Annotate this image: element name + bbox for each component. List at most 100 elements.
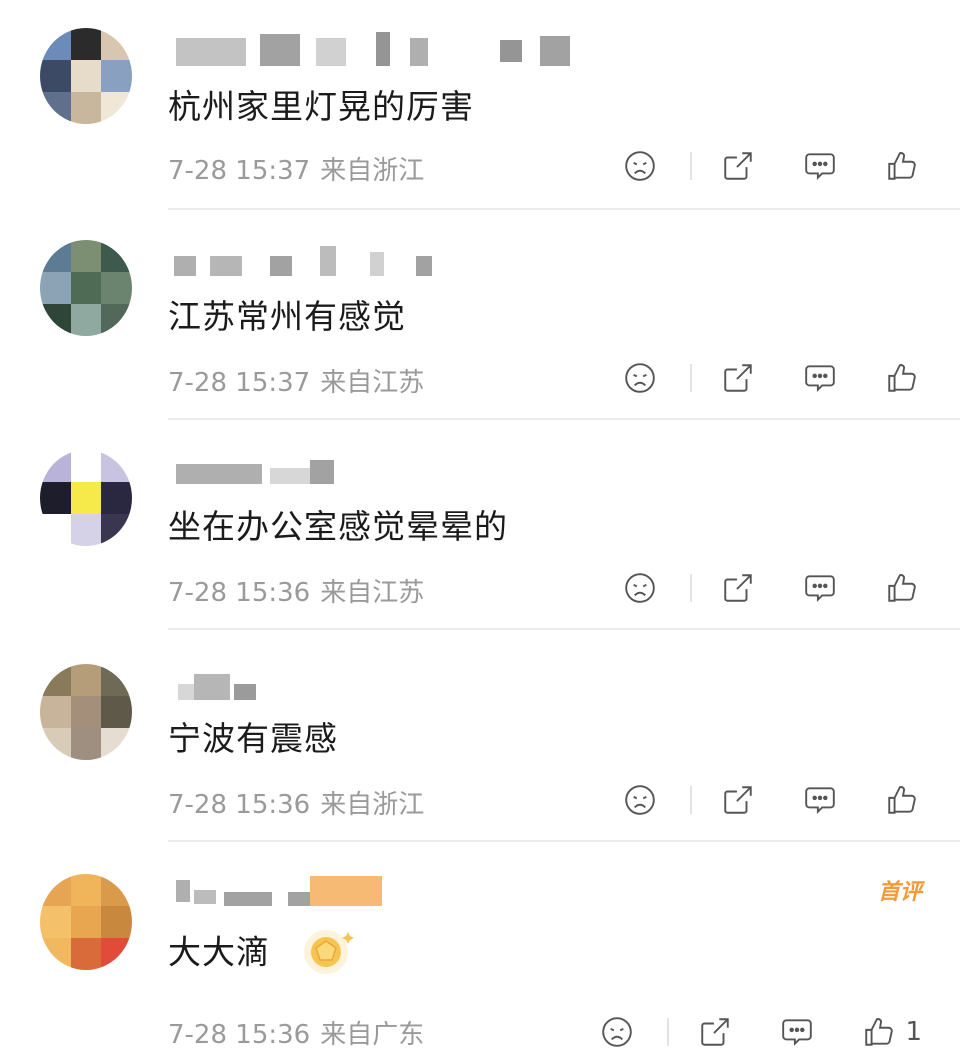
comment-bubble-icon[interactable] — [777, 1012, 817, 1052]
comment-meta: 7-28 15:36 来自江苏 — [168, 572, 424, 609]
sad-face-icon[interactable] — [620, 568, 660, 608]
comment-divider — [168, 628, 960, 630]
avatar-pixel — [70, 938, 102, 970]
share-icon[interactable] — [718, 780, 758, 820]
comment-bubble-icon[interactable] — [800, 568, 840, 608]
comment-bubble-icon[interactable] — [800, 780, 840, 820]
avatar-pixel — [101, 728, 132, 760]
avatar-pixel — [70, 60, 102, 92]
avatar-pixel — [70, 514, 102, 546]
avatar-pixel — [70, 696, 102, 728]
comment-location: 来自浙江 — [320, 156, 425, 186]
avatar-pixel — [101, 514, 132, 546]
comment-time: 7-28 15:37 — [168, 156, 311, 186]
avatar-pixel — [101, 28, 132, 60]
avatar-pixel — [101, 482, 132, 514]
comment-location: 来自江苏 — [320, 368, 425, 398]
comment-text: 宁波有震感 — [168, 719, 338, 758]
comment-actions — [620, 358, 922, 398]
thumbs-up-icon[interactable] — [882, 146, 922, 186]
comment-actions — [620, 780, 922, 820]
comment-text: 坐在办公室感觉晕晕的 — [168, 507, 508, 546]
avatar-pixel — [70, 92, 102, 124]
avatar-pixel — [40, 938, 71, 970]
avatar-pixel — [70, 304, 102, 336]
avatar-pixel — [101, 664, 132, 696]
share-icon[interactable] — [718, 358, 758, 398]
share-icon[interactable] — [695, 1012, 735, 1052]
comment-meta: 7-28 15:37 来自江苏 — [168, 362, 424, 399]
comment-item: 首评 大大滴 7-28 15:36 来自广东 1 — [0, 862, 960, 1056]
comment-text: 杭州家里灯晃的厉害 — [168, 87, 474, 126]
avatar-pixel — [40, 906, 71, 938]
thumbs-up-icon[interactable] — [882, 780, 922, 820]
comment-actions: 1 — [597, 1012, 922, 1052]
comment-item: 杭州家里灯晃的厉害 7-28 15:37 来自浙江 — [0, 20, 960, 210]
avatar-pixel — [40, 240, 71, 272]
divider-bar — [690, 364, 692, 392]
avatar-pixel — [70, 728, 102, 760]
avatar[interactable] — [40, 240, 132, 336]
avatar-pixel — [70, 450, 102, 482]
avatar-pixel — [70, 272, 102, 304]
comment-item: 宁波有震感 7-28 15:36 来自浙江 — [0, 654, 960, 844]
sad-face-icon[interactable] — [597, 1012, 637, 1052]
thumbs-up-icon[interactable] — [882, 568, 922, 608]
medal-icon — [296, 924, 356, 984]
first-comment-badge: 首评 — [877, 880, 922, 905]
avatar-pixel — [70, 482, 102, 514]
avatar-pixel — [40, 664, 71, 696]
comment-divider — [168, 840, 960, 842]
comment-divider — [168, 418, 960, 420]
avatar-pixel — [40, 514, 71, 546]
sad-face-icon[interactable] — [620, 780, 660, 820]
avatar-pixel — [101, 240, 132, 272]
divider-bar — [667, 1018, 670, 1046]
divider-bar — [690, 574, 692, 602]
avatar-pixel — [101, 906, 132, 938]
avatar-pixel — [101, 874, 132, 906]
comment-meta: 7-28 15:36 来自广东 — [168, 1014, 424, 1051]
comment-actions — [620, 568, 922, 608]
comment-meta: 7-28 15:37 来自浙江 — [168, 150, 424, 187]
avatar-pixel — [40, 450, 71, 482]
avatar[interactable] — [40, 28, 132, 124]
share-icon[interactable] — [718, 568, 758, 608]
avatar-pixel — [40, 60, 71, 92]
avatar-pixel — [70, 28, 102, 60]
comment-actions — [620, 146, 922, 186]
comment-item: 江苏常州有感觉 7-28 15:37 来自江苏 — [0, 232, 960, 422]
avatar[interactable] — [40, 874, 132, 970]
comment-meta: 7-28 15:36 来自浙江 — [168, 784, 424, 821]
avatar-pixel — [70, 906, 102, 938]
avatar-pixel — [101, 272, 132, 304]
avatar-pixel — [40, 482, 71, 514]
avatar[interactable] — [40, 664, 132, 760]
avatar-pixel — [40, 696, 71, 728]
avatar-pixel — [40, 728, 71, 760]
comment-location: 来自浙江 — [320, 790, 425, 820]
avatar-pixel — [40, 874, 71, 906]
thumbs-up-icon[interactable] — [859, 1012, 899, 1052]
comment-text: 江苏常州有感觉 — [168, 297, 406, 336]
comment-bubble-icon[interactable] — [800, 146, 840, 186]
comment-time: 7-28 15:36 — [168, 578, 311, 608]
comment-divider — [168, 208, 960, 210]
avatar-pixel — [101, 938, 132, 970]
like-count: 1 — [905, 1017, 922, 1047]
avatar-pixel — [101, 450, 132, 482]
divider-bar — [690, 152, 692, 180]
avatar[interactable] — [40, 450, 132, 546]
avatar-pixel — [40, 92, 71, 124]
comment-time: 7-28 15:36 — [168, 1020, 311, 1050]
thumbs-up-icon[interactable] — [882, 358, 922, 398]
sad-face-icon[interactable] — [620, 146, 660, 186]
sad-face-icon[interactable] — [620, 358, 660, 398]
comment-item: 坐在办公室感觉晕晕的 7-28 15:36 来自江苏 — [0, 442, 960, 632]
comment-time: 7-28 15:37 — [168, 368, 311, 398]
share-icon[interactable] — [718, 146, 758, 186]
avatar-pixel — [40, 28, 71, 60]
avatar-pixel — [70, 240, 102, 272]
comment-bubble-icon[interactable] — [800, 358, 840, 398]
avatar-pixel — [40, 304, 71, 336]
